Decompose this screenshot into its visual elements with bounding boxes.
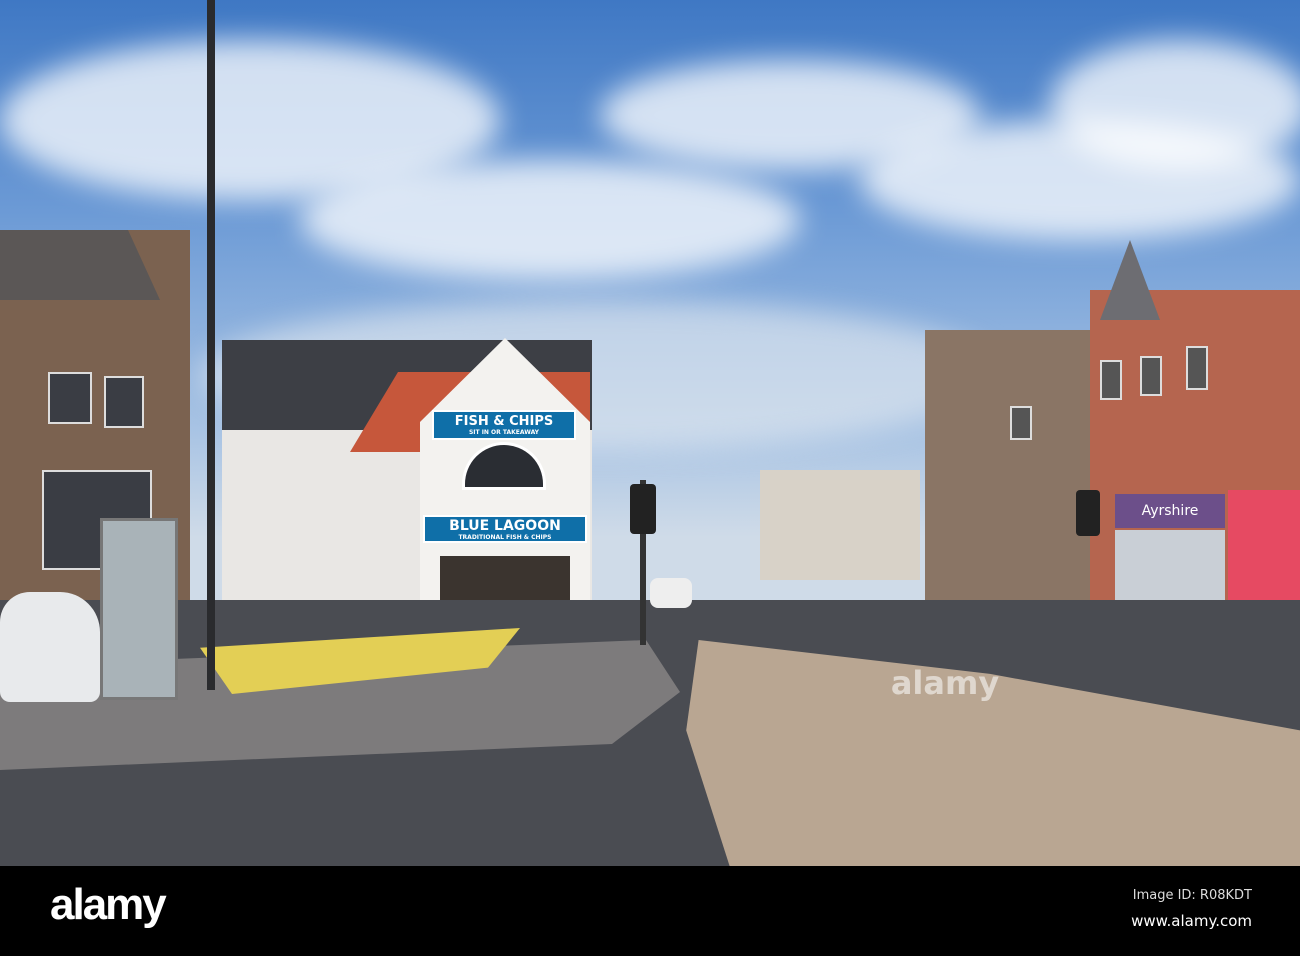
lamp-post	[207, 0, 215, 690]
footer-bar: alamy Image ID: R08KDT www.alamy.com	[0, 866, 1300, 956]
right-building	[925, 330, 1105, 610]
blue-lagoon-sign: BLUE LAGOON TRADITIONAL FISH & CHIPS	[423, 515, 587, 543]
turret	[1100, 240, 1160, 320]
fish-chips-sign: FISH & CHIPS SIT IN OR TAKEAWAY	[432, 410, 576, 440]
blue-lagoon-sign-text: BLUE LAGOON	[449, 518, 561, 534]
ayrshire-hospice-sign: Ayrshire Hospice	[1115, 494, 1225, 553]
street-photo: FISH & CHIPS SIT IN OR TAKEAWAY BLUE LAG…	[0, 0, 1300, 866]
blue-lagoon-sign-sub: TRADITIONAL FISH & CHIPS	[458, 534, 552, 541]
distant-buildings	[760, 470, 920, 580]
hospice-window	[1115, 530, 1225, 606]
alamy-url: www.alamy.com	[1131, 912, 1252, 930]
cloud	[300, 160, 800, 280]
traffic-light	[630, 484, 656, 534]
phone-box	[100, 518, 178, 700]
traffic-light	[1076, 490, 1100, 536]
watermark: alamy	[890, 664, 1000, 702]
alamy-logo: alamy	[50, 880, 167, 929]
parked-car	[650, 578, 692, 608]
pink-shopfront	[1228, 490, 1300, 610]
white-car	[0, 592, 100, 702]
fish-chips-sign-sub: SIT IN OR TAKEAWAY	[468, 429, 540, 436]
fish-chips-sign-text: FISH & CHIPS	[454, 414, 554, 429]
image-id: Image ID: R08KDT	[1132, 888, 1252, 903]
cloud	[1050, 40, 1300, 170]
